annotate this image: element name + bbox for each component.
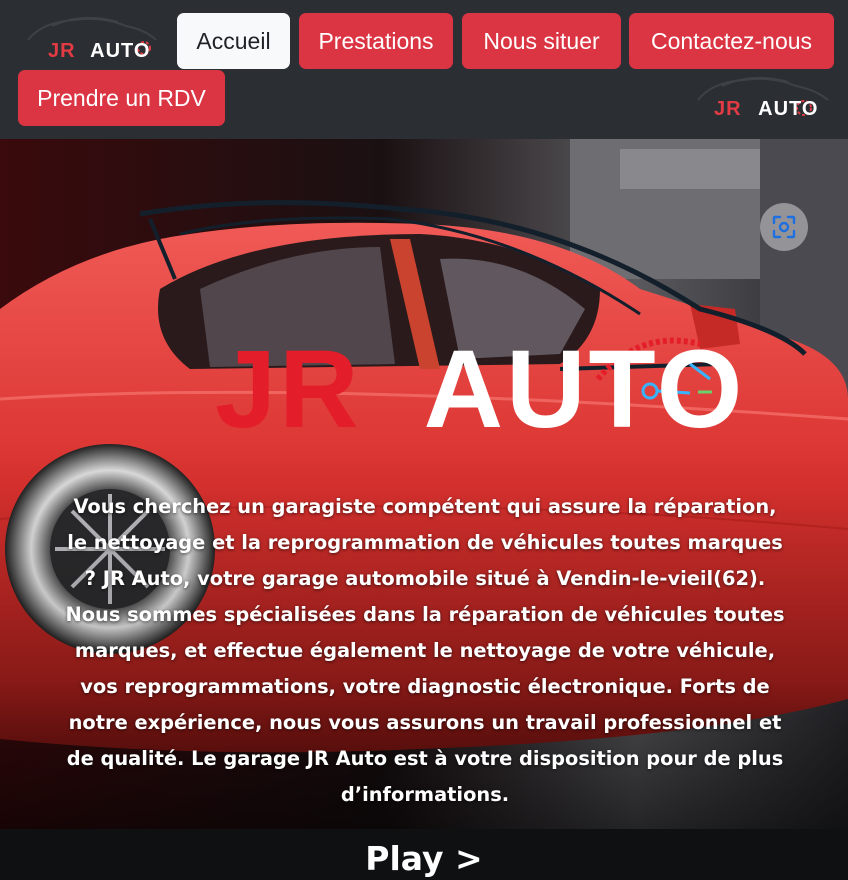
nav-accueil-button[interactable]: Accueil [177, 13, 290, 69]
nav-contactez-nous-button[interactable]: Contactez-nous [629, 13, 834, 69]
brand-logo-secondary: JR AUTO [694, 70, 834, 124]
logo-jr-text: JR [48, 40, 76, 62]
hero-logo-auto: AUTO [423, 328, 746, 451]
intro-paragraph: Vous cherchez un garagiste compétent qui… [65, 495, 785, 806]
navbar: JR AUTO Accueil Prestations Nous situer … [0, 0, 848, 139]
logo-auto-text: AUTO [758, 98, 819, 120]
hero-video[interactable]: JR AUTO Vous cherchez un garagiste compét… [0, 139, 848, 880]
logo-auto-text: AUTO [90, 40, 151, 62]
nav-nous-situer-button[interactable]: Nous situer [462, 13, 621, 69]
screen-capture-icon[interactable] [760, 203, 808, 251]
brand-logo[interactable]: JR AUTO [22, 10, 162, 64]
logo-jr-text: JR [714, 98, 742, 120]
hero-logo-jr: JR [215, 328, 362, 451]
play-button[interactable]: Play > [0, 839, 848, 878]
nav-prestations-button[interactable]: Prestations [299, 13, 453, 69]
nav-prendre-rdv-button[interactable]: Prendre un RDV [18, 70, 225, 126]
hero-logo: JR AUTO [215, 335, 745, 445]
